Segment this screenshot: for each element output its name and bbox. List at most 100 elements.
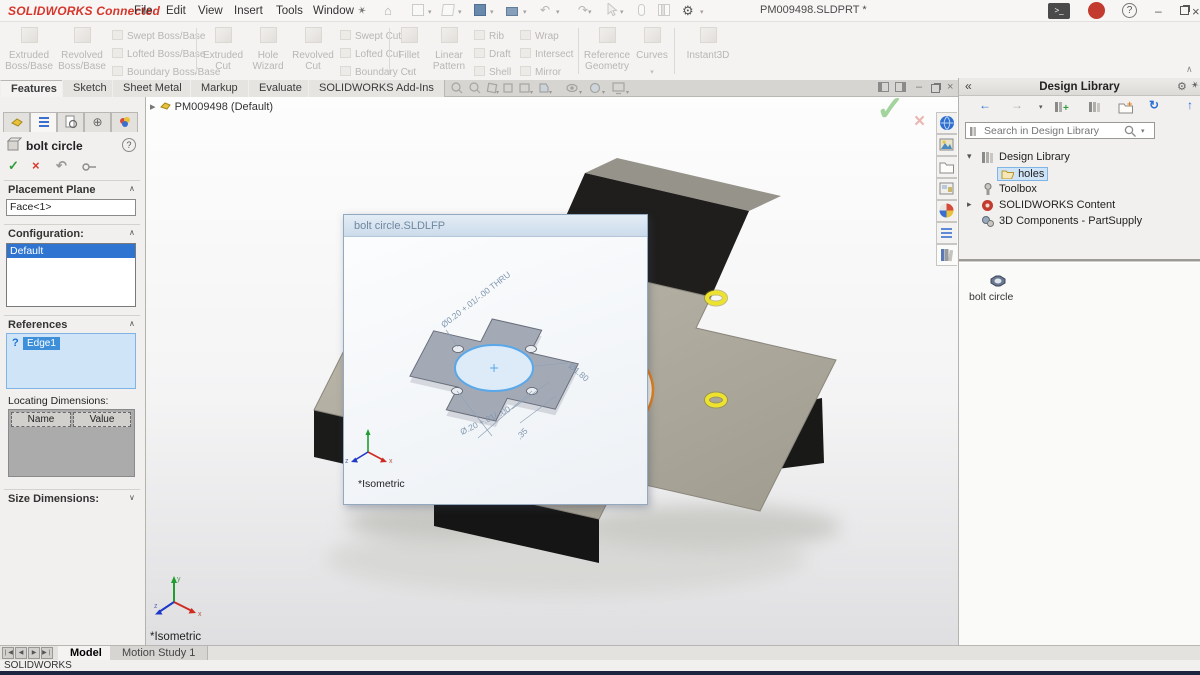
tab-model[interactable]: Model — [58, 646, 115, 661]
task-pane-tab-3dexperience[interactable] — [936, 112, 957, 134]
new-document-caret-icon[interactable]: ▾ — [428, 8, 432, 16]
graphics-area[interactable]: ▸ PM009498 (Default) ✓ × bolt circle.SLD… — [146, 97, 958, 645]
bolt-circle-thumbnail[interactable] — [987, 273, 1009, 289]
reference-item[interactable]: Edge1 — [23, 337, 60, 350]
window-restore-button[interactable] — [1180, 6, 1189, 15]
references-header[interactable]: References — [8, 319, 67, 331]
task-pane-tab-appearances[interactable] — [936, 200, 957, 222]
task-pane-tab-file-explorer[interactable] — [936, 156, 957, 178]
search-input[interactable] — [984, 124, 1104, 137]
redo-caret-icon[interactable]: ▾ — [588, 8, 592, 16]
last-tab-button[interactable]: ▶❘ — [41, 647, 53, 659]
task-pane-tab-resources[interactable] — [936, 134, 957, 156]
rib-button[interactable]: Rib — [474, 28, 504, 45]
window-close-button[interactable]: × — [1192, 4, 1200, 19]
redo-icon[interactable]: ↶ — [572, 3, 588, 18]
menu-file[interactable]: File — [130, 4, 157, 18]
forward-icon[interactable]: → — [1011, 98, 1023, 112]
tree-expanded-icon[interactable]: ▾ — [967, 151, 972, 162]
lofted-boss-button[interactable]: Lofted Boss/Base — [112, 46, 205, 63]
print-icon[interactable] — [506, 3, 522, 18]
panel-options-gear-icon[interactable]: ⚙ — [1177, 80, 1187, 93]
help-icon[interactable]: ? — [1122, 3, 1137, 18]
attachment-icon[interactable] — [638, 3, 654, 18]
tab-sketch[interactable]: Sketch — [62, 80, 118, 97]
pm-undo-icon[interactable]: ↶ — [56, 158, 67, 174]
pm-tab-configurations[interactable] — [57, 112, 84, 132]
design-library-search-box[interactable]: ▾ — [965, 122, 1155, 139]
library-items-area[interactable]: bolt circle — [959, 263, 1200, 645]
configuration-selected-option[interactable]: Default — [7, 244, 135, 258]
task-pane-tab-design-library[interactable] — [936, 244, 957, 266]
new-document-icon[interactable] — [412, 3, 428, 18]
revolved-boss-button[interactable]: Revolved Boss/Base — [56, 26, 108, 78]
previous-tab-button[interactable]: ◀ — [15, 647, 27, 659]
add-to-library-icon[interactable]: + — [1053, 99, 1071, 114]
collapse-ribbon-icon[interactable]: ∧ — [1186, 64, 1193, 75]
first-tab-button[interactable]: ❘◀ — [2, 647, 14, 659]
wrap-button[interactable]: Wrap — [520, 28, 559, 45]
confirmation-ok-icon[interactable]: ✓ — [876, 97, 905, 129]
pm-pin-icon[interactable] — [82, 162, 98, 172]
up-level-icon[interactable]: ↑ — [1187, 98, 1193, 112]
task-pane-tab-view-palette[interactable] — [936, 178, 957, 200]
column-header-value[interactable]: Value — [73, 412, 131, 427]
column-header-name[interactable]: Name — [11, 412, 71, 427]
tree-collapsed-icon[interactable]: ▸ — [967, 199, 972, 210]
linear-pattern-button[interactable]: Linear Pattern▾ — [428, 26, 470, 78]
save-caret-icon[interactable]: ▾ — [490, 8, 494, 16]
select-caret-icon[interactable]: ▾ — [620, 8, 624, 16]
task-pane-tab-custom-properties[interactable] — [936, 222, 957, 244]
library-stack-icon[interactable] — [1087, 99, 1101, 114]
doc-close-icon[interactable]: × — [947, 81, 953, 93]
fillet-button[interactable]: Fillet▾ — [392, 26, 426, 78]
dock-next-icon[interactable] — [895, 82, 906, 92]
menu-insert[interactable]: Insert — [230, 4, 267, 18]
tab-solidworks-addins[interactable]: SOLIDWORKS Add-Ins — [308, 80, 445, 97]
user-avatar[interactable] — [1088, 2, 1105, 19]
history-caret-icon[interactable]: ▾ — [1039, 103, 1043, 111]
options-gear-icon[interactable]: ⚙ — [682, 3, 698, 18]
fillet-caret-icon[interactable]: ▾ — [407, 69, 411, 76]
open-icon[interactable] — [442, 3, 458, 18]
pm-tab-dimxpert[interactable]: ⊕ — [84, 112, 111, 132]
pm-help-icon[interactable]: ? — [122, 138, 136, 152]
size-dimensions-header[interactable]: Size Dimensions: — [8, 493, 99, 505]
doc-restore-icon[interactable] — [931, 84, 940, 93]
home-icon[interactable]: ⌂ — [384, 3, 400, 18]
undo-icon[interactable]: ↶ — [540, 3, 556, 18]
search-icon[interactable] — [1124, 125, 1137, 138]
tab-evaluate[interactable]: Evaluate — [248, 80, 313, 97]
flyout-feature-tree[interactable]: ▸ PM009498 (Default) — [150, 100, 273, 113]
pm-cancel-icon[interactable]: × — [32, 158, 40, 173]
instant3d-button[interactable]: Instant3D — [680, 26, 736, 78]
feature-preview-window[interactable]: bolt circle.SLDLFP Ø0.20 — [343, 214, 648, 505]
curves-caret-icon[interactable]: ▾ — [650, 69, 654, 76]
configuration-header[interactable]: Configuration: — [8, 228, 84, 240]
curves-button[interactable]: Curves▾ — [634, 26, 670, 78]
draft-button[interactable]: Draft — [474, 46, 511, 63]
save-icon[interactable] — [474, 3, 490, 18]
references-collapse-icon[interactable]: ∧ — [129, 319, 135, 328]
references-selection-box[interactable]: ? Edge1 — [6, 333, 136, 389]
flyout-tree-item[interactable]: PM009498 (Default) — [175, 101, 273, 113]
configuration-collapse-icon[interactable]: ∧ — [129, 228, 135, 237]
menu-edit[interactable]: Edit — [162, 4, 190, 18]
shell-button[interactable]: Shell — [474, 64, 511, 81]
refresh-icon[interactable]: ↻ — [1149, 98, 1159, 112]
locating-dimensions-table[interactable]: Name Value — [8, 409, 135, 477]
placement-plane-value[interactable]: Face<1> — [6, 199, 136, 216]
pm-tab-property-manager[interactable] — [30, 112, 57, 132]
menu-view[interactable]: View — [194, 4, 227, 18]
hole-wizard-button[interactable]: Hole Wizard▾ — [248, 26, 288, 78]
size-dimensions-expand-icon[interactable]: ∨ — [129, 493, 135, 502]
reference-geometry-button[interactable]: Reference Geometry▾ — [582, 26, 632, 78]
intersect-button[interactable]: Intersect — [520, 46, 573, 63]
placement-plane-header[interactable]: Placement Plane — [8, 184, 95, 196]
extruded-boss-button[interactable]: Extruded Boss/Base — [4, 26, 54, 78]
menu-tools[interactable]: Tools — [272, 4, 307, 18]
dock-previous-icon[interactable] — [878, 82, 889, 92]
new-folder-icon[interactable]: + — [1117, 99, 1135, 114]
pm-tab-appearances[interactable] — [111, 112, 138, 132]
preview-window-title[interactable]: bolt circle.SLDLFP — [344, 215, 647, 237]
